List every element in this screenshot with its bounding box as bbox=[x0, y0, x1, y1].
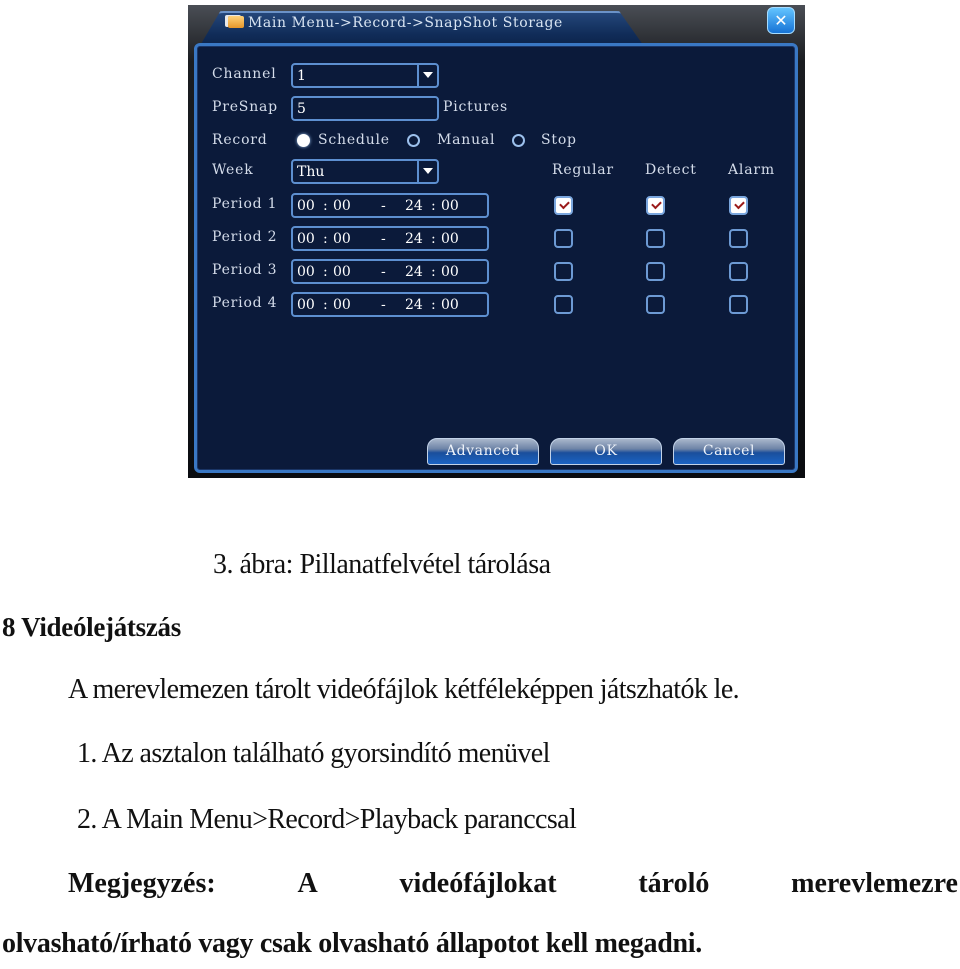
advanced-button[interactable]: Advanced bbox=[427, 438, 539, 465]
radio-manual[interactable] bbox=[407, 134, 420, 147]
end-hour[interactable]: 24 bbox=[405, 261, 423, 283]
end-minute[interactable]: 00 bbox=[441, 294, 459, 316]
ok-button[interactable]: OK bbox=[550, 438, 662, 465]
separator[interactable]: - bbox=[381, 294, 386, 316]
figure-caption: 3. ábra: Pillanatfelvétel tárolása bbox=[213, 549, 551, 580]
note-word: videófájlokat bbox=[399, 868, 557, 899]
list-item: 1. Az asztalon található gyorsindító men… bbox=[77, 738, 550, 769]
checkbox-detect[interactable] bbox=[646, 295, 665, 314]
checkbox-regular[interactable] bbox=[554, 262, 573, 281]
end-hour[interactable]: 24 bbox=[405, 195, 423, 217]
start-hour[interactable]: 00 bbox=[297, 261, 315, 283]
body-paragraph: A merevlemezen tárolt videófájlok kétfél… bbox=[68, 674, 740, 705]
checkbox-alarm[interactable] bbox=[729, 196, 748, 215]
end-hour[interactable]: 24 bbox=[405, 294, 423, 316]
checkbox-regular[interactable] bbox=[554, 229, 573, 248]
start-hour[interactable]: 00 bbox=[297, 294, 315, 316]
colon: : bbox=[431, 231, 436, 247]
channel-label: Channel bbox=[212, 66, 277, 82]
end-hour[interactable]: 24 bbox=[405, 228, 423, 250]
colon: : bbox=[323, 231, 328, 247]
colon: : bbox=[431, 297, 436, 313]
checkbox-alarm[interactable] bbox=[729, 262, 748, 281]
separator[interactable]: - bbox=[381, 195, 386, 217]
cancel-button[interactable]: Cancel bbox=[673, 438, 785, 465]
note-word: merevlemezre bbox=[791, 868, 958, 899]
column-alarm: Alarm bbox=[728, 162, 775, 178]
section-heading: 8 Videólejátszás bbox=[2, 612, 181, 642]
period-time-input[interactable]: 00:00-24:00 bbox=[291, 226, 489, 251]
note-line-2: olvasható/írható vagy csak olvasható áll… bbox=[2, 928, 702, 959]
snapshot-storage-dialog: Main Menu->Record->SnapShot Storage ✕ Ch… bbox=[188, 5, 805, 478]
checkbox-alarm[interactable] bbox=[729, 229, 748, 248]
chevron-down-icon[interactable] bbox=[417, 161, 437, 182]
radio-stop-label: Stop bbox=[541, 132, 577, 148]
radio-stop[interactable] bbox=[512, 134, 525, 147]
presnap-value: 5 bbox=[297, 101, 306, 117]
column-regular: Regular bbox=[552, 162, 614, 178]
channel-select[interactable]: 1 bbox=[291, 63, 439, 88]
presnap-unit: Pictures bbox=[443, 99, 508, 115]
colon: : bbox=[431, 264, 436, 280]
radio-schedule[interactable] bbox=[297, 134, 310, 147]
colon: : bbox=[323, 297, 328, 313]
chevron-down-icon[interactable] bbox=[417, 65, 437, 86]
separator[interactable]: - bbox=[381, 228, 386, 250]
presnap-input[interactable]: 5 bbox=[291, 96, 439, 121]
period-time-input[interactable]: 00:00-24:00 bbox=[291, 193, 489, 218]
channel-value: 1 bbox=[297, 68, 306, 84]
period-label: Period 3 bbox=[212, 262, 278, 278]
close-button[interactable]: ✕ bbox=[767, 7, 795, 34]
period-time-input[interactable]: 00:00-24:00 bbox=[291, 259, 489, 284]
start-minute[interactable]: 00 bbox=[333, 195, 351, 217]
dialog-title: Main Menu->Record->SnapShot Storage bbox=[248, 15, 563, 31]
week-select[interactable]: Thu bbox=[291, 159, 439, 184]
week-value: Thu bbox=[297, 164, 325, 180]
period-label: Period 1 bbox=[212, 196, 278, 212]
note-word: Megjegyzés: bbox=[68, 868, 216, 899]
checkbox-alarm[interactable] bbox=[729, 295, 748, 314]
start-hour[interactable]: 00 bbox=[297, 195, 315, 217]
list-item: 2. A Main Menu>Record>Playback paranccsa… bbox=[77, 804, 577, 835]
colon: : bbox=[323, 198, 328, 214]
radio-schedule-label: Schedule bbox=[318, 132, 390, 148]
dialog-body: Channel 1 PreSnap 5 Pictures Record Sche… bbox=[194, 43, 798, 473]
end-minute[interactable]: 00 bbox=[441, 228, 459, 250]
note-word: A bbox=[297, 868, 318, 899]
period-time-input[interactable]: 00:00-24:00 bbox=[291, 292, 489, 317]
note-word: tároló bbox=[638, 868, 710, 899]
week-label: Week bbox=[212, 162, 254, 178]
note-line-1: Megjegyzés: A videófájlokat tároló merev… bbox=[68, 868, 958, 900]
record-label: Record bbox=[212, 132, 268, 148]
end-minute[interactable]: 00 bbox=[441, 261, 459, 283]
checkbox-regular[interactable] bbox=[554, 196, 573, 215]
checkbox-detect[interactable] bbox=[646, 229, 665, 248]
checkbox-detect[interactable] bbox=[646, 196, 665, 215]
colon: : bbox=[431, 198, 436, 214]
colon: : bbox=[323, 264, 328, 280]
period-label: Period 4 bbox=[212, 295, 278, 311]
checkbox-detect[interactable] bbox=[646, 262, 665, 281]
radio-manual-label: Manual bbox=[437, 132, 496, 148]
start-minute[interactable]: 00 bbox=[333, 294, 351, 316]
start-hour[interactable]: 00 bbox=[297, 228, 315, 250]
separator[interactable]: - bbox=[381, 261, 386, 283]
checkbox-regular[interactable] bbox=[554, 295, 573, 314]
column-detect: Detect bbox=[645, 162, 697, 178]
period-label: Period 2 bbox=[212, 229, 278, 245]
folder-icon bbox=[228, 16, 244, 28]
start-minute[interactable]: 00 bbox=[333, 261, 351, 283]
presnap-label: PreSnap bbox=[212, 99, 278, 115]
end-minute[interactable]: 00 bbox=[441, 195, 459, 217]
start-minute[interactable]: 00 bbox=[333, 228, 351, 250]
